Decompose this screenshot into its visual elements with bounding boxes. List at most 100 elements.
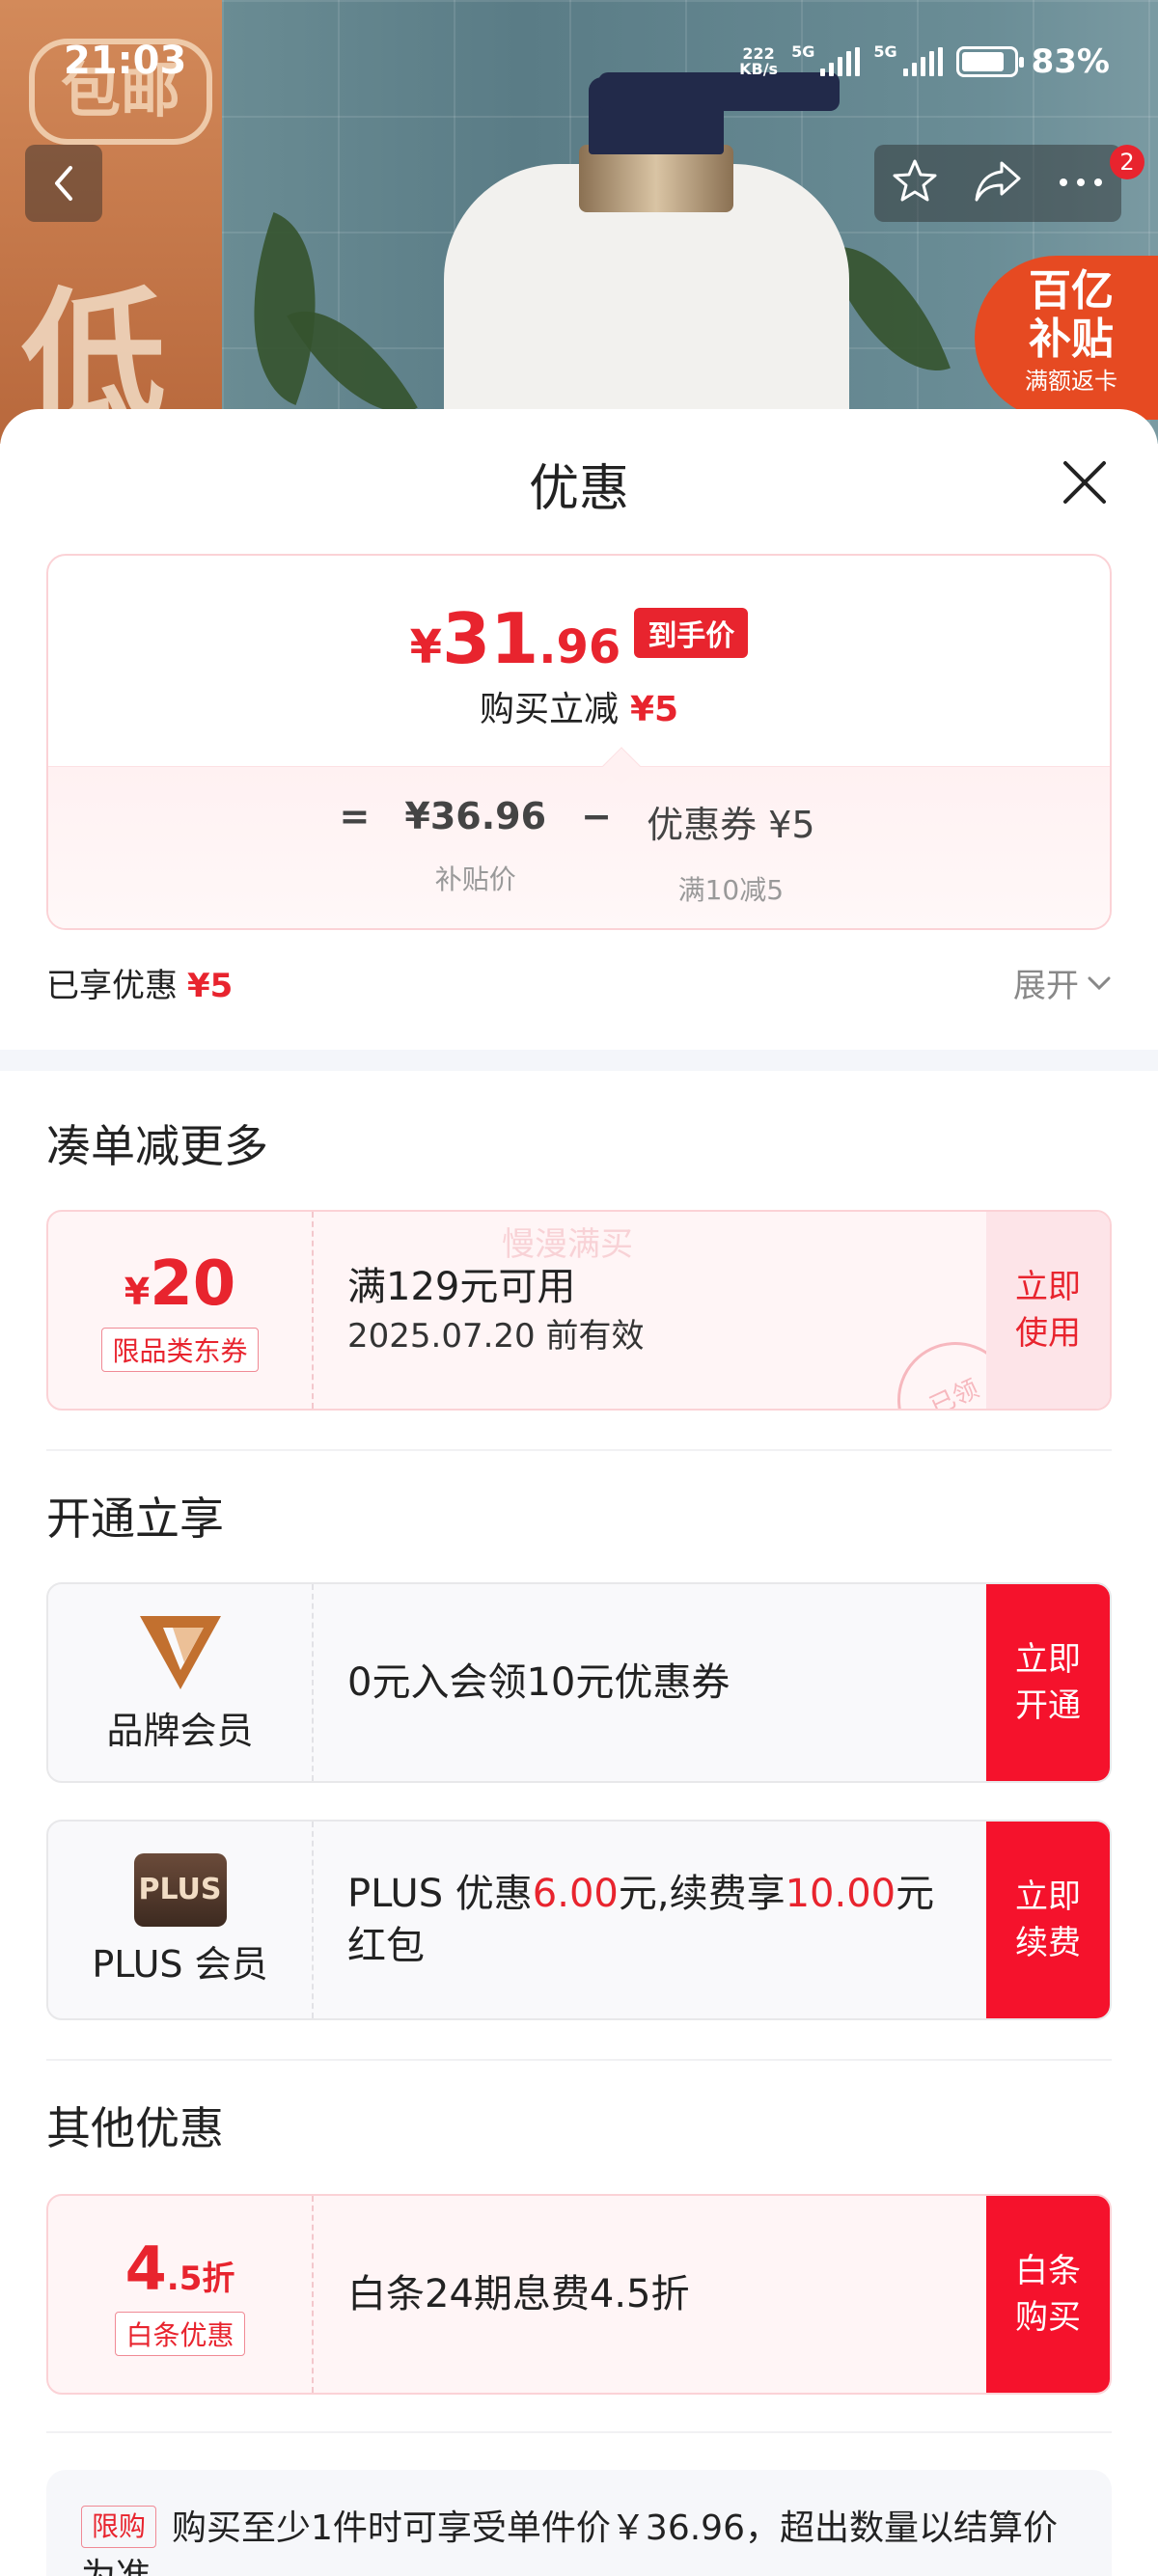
enjoyed-value: ¥5 [187, 967, 234, 1005]
battery-percent: 83% [1031, 42, 1110, 81]
plus-member-logo-area: PLUS PLUS 会员 [48, 1822, 314, 2018]
section-title-more: 凑单减更多 [46, 1120, 268, 1172]
final-price-integer: 31 [442, 598, 539, 679]
section-separator [46, 2431, 1112, 2433]
coupon-condition: 满129元可用 [347, 1265, 576, 1309]
renew-now-button[interactable]: 立即 续费 [986, 1822, 1110, 2018]
baitiao-discount-num: 4 [124, 2233, 167, 2304]
baitiao-desc: 白条24期息费4.5折 [347, 2272, 690, 2316]
brand-member-card: 品牌会员 0元入会领10元优惠券 立即开通 [46, 1582, 1112, 1783]
brand-member-desc: 0元入会领10元优惠券 [347, 1660, 731, 1705]
limit-tag: 限购 [81, 2506, 157, 2548]
limit-text: 购买至少1件时可享受单件价￥36.96，超出数量以结算价为准 [81, 2508, 1058, 2576]
expand-label: 展开 [1013, 967, 1079, 1005]
instant-reduce-label: 购买立减 [479, 690, 619, 729]
use-now-line-1: 立即 [1015, 1268, 1081, 1306]
join-now-button[interactable]: 立即 开通 [986, 1584, 1110, 1781]
close-icon [1063, 461, 1106, 504]
plus-desc-c: 元,续费享 [618, 1872, 786, 1916]
plus-desc-e: 元 [896, 1872, 935, 1916]
signal-icon [820, 47, 861, 76]
section-separator [46, 1449, 1112, 1451]
back-arrow-icon [55, 166, 72, 201]
final-price-currency: ¥ [409, 620, 443, 674]
baitiao-tag: 白条优惠 [115, 2311, 245, 2356]
net-speed: 222 KB/s [739, 46, 778, 77]
baitiao-buy-line-1: 白条 [1015, 2252, 1081, 2290]
coupon-item: 优惠券 ¥5 满10减5 [647, 795, 814, 908]
plus-member-name: PLUS 会员 [92, 1942, 268, 1986]
coupon-type-tag: 限品类东券 [101, 1328, 259, 1372]
discount-sheet: 优惠 ¥31.96 到手价 购买立减 ¥5 = ¥36.96 补贴价 − 优惠券 ¥… [0, 409, 1158, 2576]
baitiao-buy-line-2: 购买 [1015, 2298, 1081, 2337]
coupon-currency: ¥ [124, 1271, 151, 1313]
join-now-line-2: 开通 [1015, 1686, 1081, 1725]
subsidy-badge: 百亿 补贴 满额返卡 [975, 256, 1158, 420]
baitiao-discount: 4.5折 [125, 2233, 235, 2304]
plus-logo: PLUS [133, 1852, 227, 1927]
use-now-line-2: 使用 [1015, 1314, 1081, 1353]
more-icon [1059, 178, 1102, 186]
status-bar: 21:03 222 KB/s 5G 5G 83% [0, 39, 1158, 96]
product-bottle-collar [579, 145, 733, 212]
section-title-other: 其他优惠 [46, 2102, 224, 2154]
coupon-condition: 满10减5 [677, 874, 785, 906]
use-now-button[interactable]: 立即 使用 [986, 1212, 1110, 1409]
brand-v-logo-icon [139, 1615, 221, 1689]
baitiao-buy-button[interactable]: 白条 购买 [986, 2196, 1110, 2393]
share-button[interactable] [973, 159, 1023, 207]
price-breakdown-card: ¥31.96 到手价 购买立减 ¥5 = ¥36.96 补贴价 − 优惠券 ¥5 满… [46, 554, 1112, 930]
coupon-amount-value: 20 [150, 1248, 236, 1320]
star-icon [893, 159, 937, 202]
coupon-amount-area: ¥20 限品类东券 [48, 1212, 314, 1409]
section-title-open: 开通立享 [46, 1493, 224, 1545]
coupon-amount: ¥20 [124, 1248, 236, 1320]
coupon-expiry: 2025.07.20 前有效 [347, 1317, 645, 1356]
coupon-info: 满129元可用 2025.07.20 前有效 [347, 1212, 975, 1409]
instant-reduce: 购买立减 ¥5 [48, 681, 1110, 731]
favorite-button[interactable] [891, 157, 939, 209]
plus-discount-value: 6.00 [532, 1872, 619, 1916]
back-button[interactable] [25, 145, 102, 222]
enjoyed-discount: 已享优惠 ¥5 [46, 959, 233, 1006]
final-price: ¥31.96 到手价 [48, 598, 1110, 679]
chevron-down-icon [1088, 976, 1111, 990]
purchase-limit-notice: 限购购买至少1件时可享受单件价￥36.96，超出数量以结算价为准 [46, 2470, 1112, 2576]
plus-renew-value: 10.00 [785, 1872, 896, 1916]
more-button[interactable] [1057, 175, 1105, 193]
signal-icon [902, 47, 943, 76]
expand-button[interactable]: 展开 [1013, 959, 1112, 1006]
renew-now-line-2: 续费 [1015, 1924, 1081, 1962]
top-action-group [874, 145, 1121, 222]
net-speed-unit: KB/s [739, 60, 779, 78]
signal-2-label: 5G [873, 42, 897, 61]
sheet-title: 优惠 [528, 460, 629, 518]
enjoyed-label: 已享优惠 [46, 967, 178, 1005]
plus-member-card: PLUS PLUS 会员 PLUS 优惠6.00元,续费享10.00元 红包 立… [46, 1820, 1112, 2020]
plus-desc-line-1: PLUS 优惠6.00元,续费享10.00元 [347, 1868, 975, 1920]
plus-desc-line-2: 红包 [347, 1924, 425, 1968]
final-price-decimal: .96 [538, 620, 621, 674]
subsidy-price-item: ¥36.96 补贴价 [404, 795, 546, 897]
message-count-badge: 2 [1110, 145, 1144, 179]
renew-now-line-1: 立即 [1015, 1877, 1081, 1916]
baitiao-card: 4.5折 白条优惠 白条24期息费4.5折 白条购买 [46, 2194, 1112, 2395]
subsidy-price-value: ¥36.96 [404, 795, 547, 837]
section-divider [0, 1050, 1158, 1071]
join-now-line-1: 立即 [1015, 1640, 1081, 1679]
share-icon [975, 161, 1021, 202]
brand-member-name: 品牌会员 [106, 1709, 254, 1752]
baitiao-discount-area: 4.5折 白条优惠 [48, 2196, 314, 2393]
subsidy-line-3: 满额返卡 [1025, 368, 1117, 395]
coupon-card-jd: 慢漫满买 ¥20 限品类东券 满129元可用 2025.07.20 前有效 已领… [46, 1210, 1112, 1411]
subsidy-line-1: 百亿 [1029, 266, 1114, 315]
subsidy-price-label: 补贴价 [434, 863, 516, 895]
subsidy-line-2: 补贴 [1029, 315, 1114, 364]
status-time: 21:03 [64, 39, 187, 83]
final-price-tag: 到手价 [634, 608, 749, 658]
close-button[interactable] [1058, 455, 1112, 509]
minus-sign: − [581, 795, 612, 837]
section-separator [46, 2059, 1112, 2061]
equals-sign: = [339, 795, 371, 837]
coupon-value: 优惠券 ¥5 [647, 804, 815, 846]
